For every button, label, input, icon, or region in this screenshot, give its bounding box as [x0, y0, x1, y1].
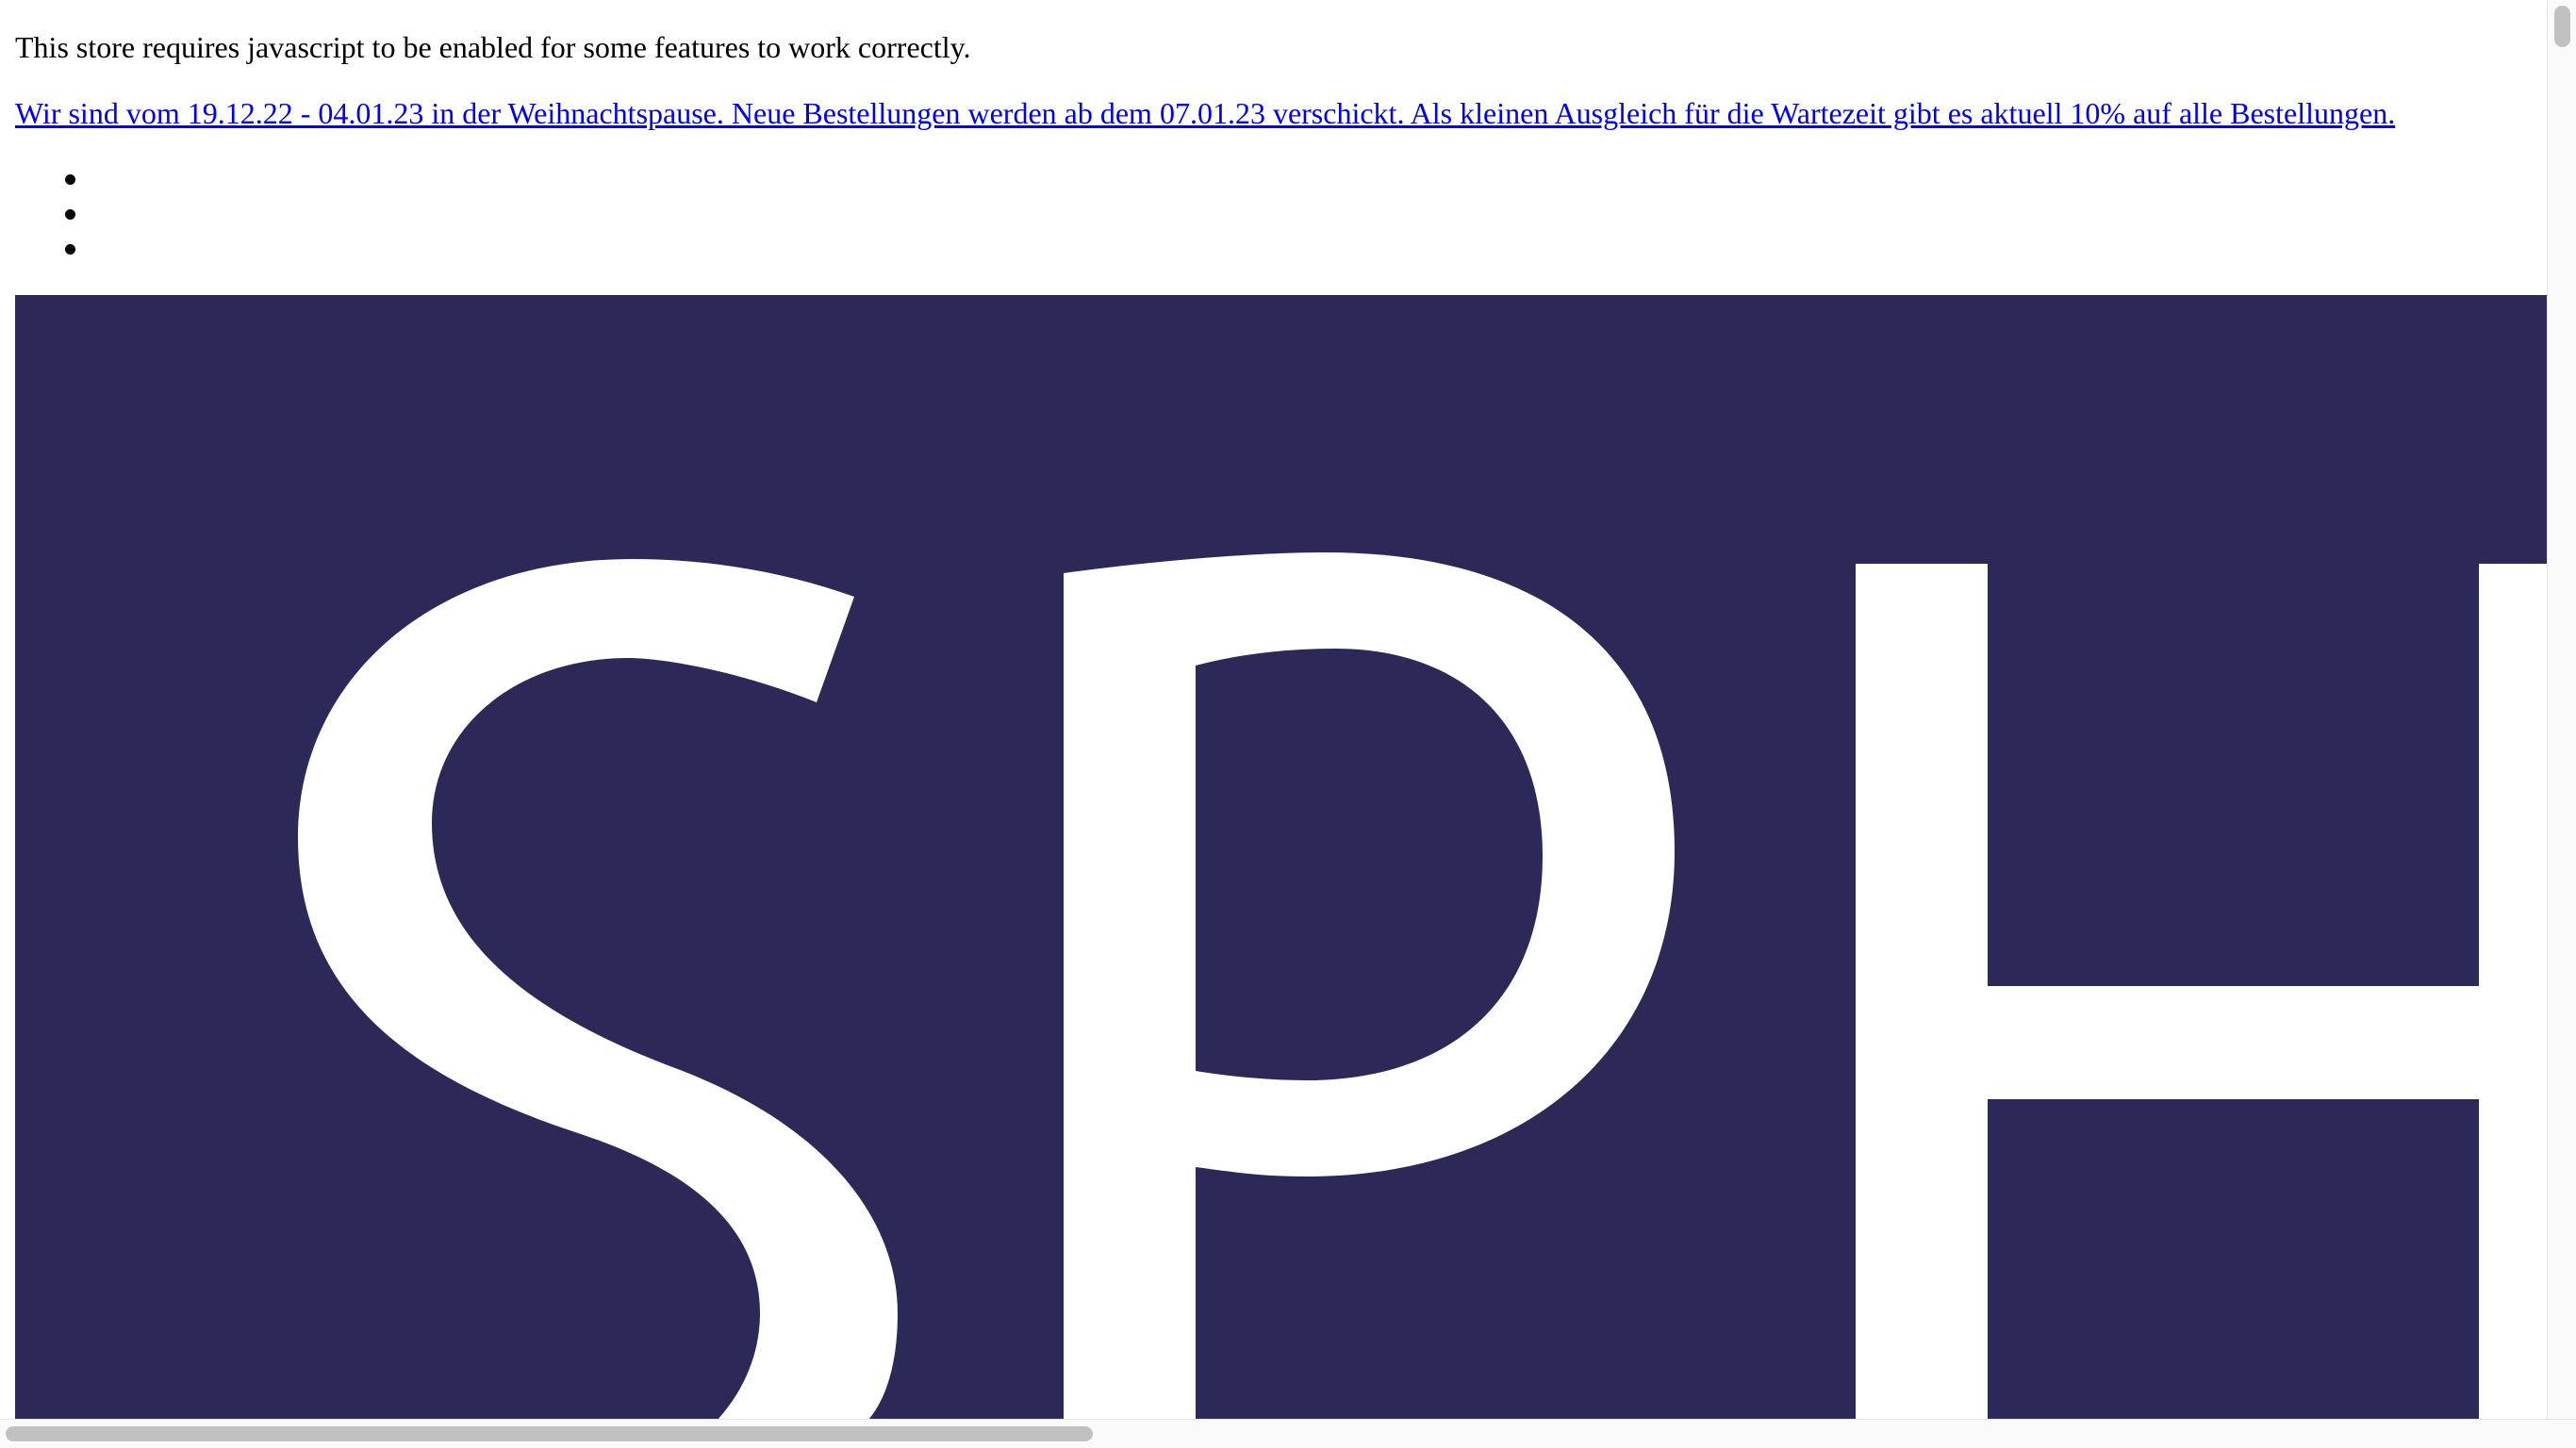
noscript-message: This store requires javascript to be ena…: [15, 30, 971, 64]
horizontal-scrollbar-thumb[interactable]: [6, 1426, 1093, 1441]
bullet-icon: [65, 209, 75, 220]
announcement-link[interactable]: Wir sind vom 19.12.22 - 04.01.23 in der …: [15, 96, 2395, 130]
nav-list-item[interactable]: [0, 162, 113, 197]
horizontal-scrollbar[interactable]: [0, 1419, 2576, 1448]
vertical-scrollbar[interactable]: [2547, 0, 2576, 1420]
announcement-bar: Wir sind vom 19.12.22 - 04.01.23 in der …: [15, 92, 2395, 134]
store-logo-image[interactable]: [15, 295, 2548, 1420]
bullet-icon: [65, 174, 75, 185]
logo-letters: [298, 552, 2548, 1420]
vertical-scrollbar-thumb[interactable]: [2554, 6, 2570, 47]
logo-letter-h: [1856, 564, 2548, 1420]
logo-letter-p: [1064, 552, 1675, 1420]
empty-nav-list: [0, 162, 113, 267]
page: This store requires javascript to be ena…: [0, 0, 2576, 1448]
nav-list-item[interactable]: [0, 232, 113, 267]
nav-list-item[interactable]: [0, 197, 113, 232]
bullet-icon: [65, 244, 75, 255]
logo-letter-s: [298, 559, 898, 1420]
